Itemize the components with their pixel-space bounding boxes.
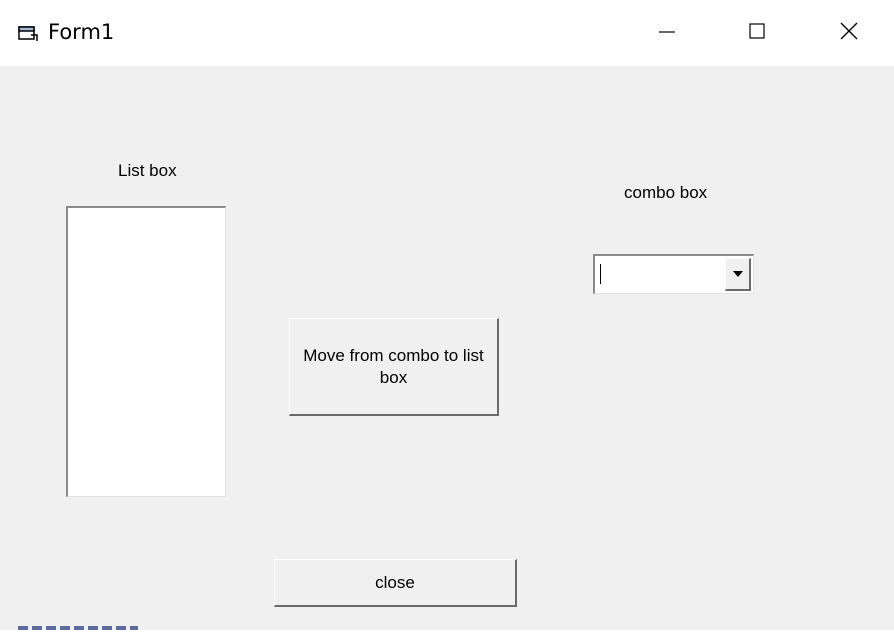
close-button-label: close bbox=[375, 572, 415, 592]
form-window: Form1 List box combo box Move from combo… bbox=[0, 0, 894, 635]
chevron-down-icon bbox=[732, 271, 743, 277]
list-box-label: List box bbox=[118, 161, 177, 180]
form-window-icon bbox=[18, 24, 38, 42]
maximize-icon bbox=[747, 21, 767, 46]
close-window-button[interactable] bbox=[818, 0, 880, 66]
window-title: Form1 bbox=[48, 20, 115, 44]
minimize-button[interactable] bbox=[636, 0, 698, 66]
combo-box-input[interactable] bbox=[598, 259, 726, 289]
list-box[interactable] bbox=[66, 206, 226, 497]
close-button[interactable]: close bbox=[274, 559, 517, 607]
move-button-label: Move from combo to list box bbox=[303, 345, 484, 387]
background-window-edge bbox=[0, 630, 894, 635]
combo-dropdown-button[interactable] bbox=[725, 258, 751, 291]
text-caret bbox=[600, 264, 601, 284]
maximize-button[interactable] bbox=[726, 0, 788, 66]
background-window-text bbox=[18, 626, 138, 630]
minimize-icon bbox=[657, 21, 677, 46]
close-icon bbox=[839, 21, 859, 46]
title-bar[interactable]: Form1 bbox=[0, 0, 894, 66]
combo-box[interactable] bbox=[593, 254, 754, 294]
move-to-list-button[interactable]: Move from combo to list box bbox=[289, 318, 499, 416]
combo-box-label: combo box bbox=[624, 183, 708, 202]
